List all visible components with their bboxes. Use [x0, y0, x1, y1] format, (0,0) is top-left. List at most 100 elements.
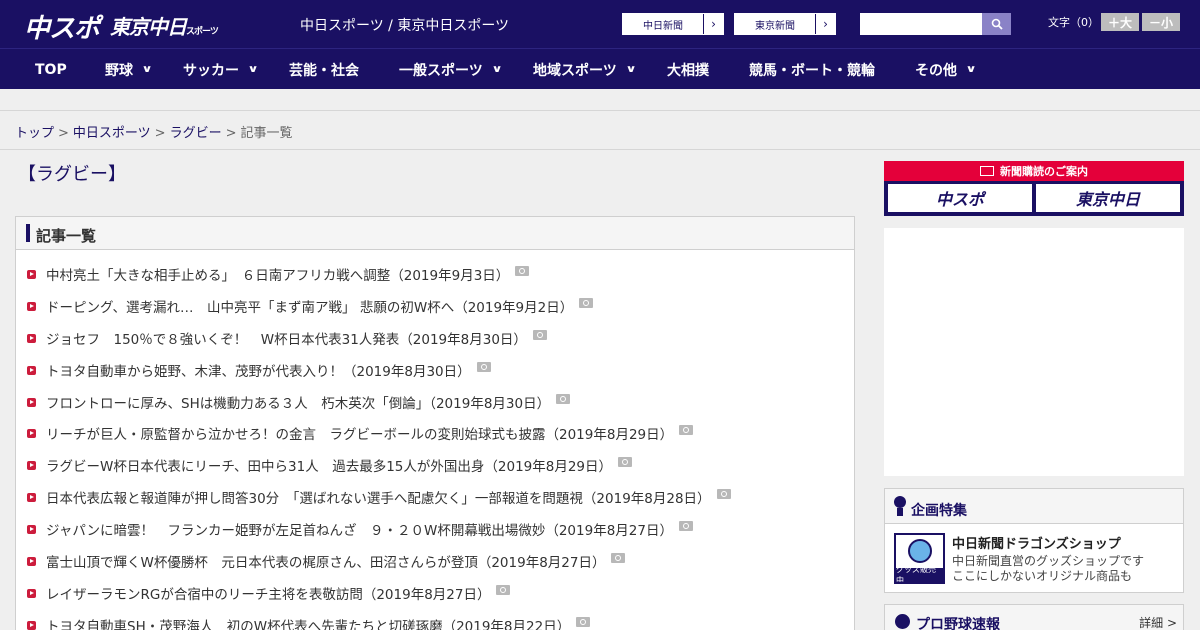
subscribe-tokyo-chunichi[interactable]: 東京中日 [1036, 184, 1180, 212]
article-link[interactable]: リーチが巨人・原監督から泣かせろ！の金言 ラグビーボールの変則始球式も披露（20… [46, 423, 673, 443]
nav-label: TOP [35, 61, 67, 78]
article-link[interactable]: ラグビーW杯日本代表にリーチ、田中ら31人 過去最多15人が外国出身（2019年… [46, 455, 612, 475]
list-item[interactable]: トヨタ自動車SH・茂野海人 初のW杯代表へ先輩たちと切磋琢磨（2019年8月22… [16, 609, 854, 630]
feature-panel: 企画特集 グッズ販売中 中日新聞ドラゴンズショップ 中日新聞直営のグッズショップ… [884, 488, 1184, 593]
nav-label: 地域スポーツ [533, 62, 617, 79]
medal-icon [894, 496, 906, 516]
logo-tokyo-small-text: スポーツ [186, 27, 219, 37]
subscription-title-text: 新聞購読のご案内 [1000, 165, 1088, 178]
advertisement-slot [884, 228, 1184, 476]
list-item[interactable]: ジョセフ 150％で８強いくぞ！ W杯日本代表31人発表（2019年8月30日） [16, 322, 854, 354]
breadcrumb-separator: > [58, 126, 69, 141]
pro-baseball-panel: プロ野球速報 詳細 > [884, 604, 1184, 630]
list-item[interactable]: ラグビーW杯日本代表にリーチ、田中ら31人 過去最多15人が外国出身（2019年… [16, 449, 854, 481]
camera-icon [679, 425, 694, 436]
feature-item-dragons-shop[interactable]: グッズ販売中 中日新聞ドラゴンズショップ 中日新聞直営のグッズショップです ここ… [894, 533, 1177, 585]
breadcrumb-current: 記事一覧 [240, 126, 293, 141]
logo-tokyo-text: 東京中日 [110, 15, 187, 39]
feature-desc-line-1: 中日新聞直営のグッズショップです [952, 554, 1145, 568]
play-bullet-icon [27, 461, 36, 471]
subscription-banner-title: 新聞購読のご案内 [884, 161, 1184, 181]
nav-item-soccer[interactable]: サッカー ∨ [183, 49, 259, 90]
camera-icon [532, 329, 547, 340]
article-link[interactable]: トヨタ自動車SH・茂野海人 初のW杯代表へ先輩たちと切磋琢磨（2019年8月22… [46, 615, 570, 630]
sub-nav-bar [0, 89, 1200, 111]
feature-desc-line-2: ここにしかないオリジナル商品も [952, 569, 1133, 583]
breadcrumb-top[interactable]: トップ [15, 126, 54, 141]
list-item[interactable]: リーチが巨人・原監督から泣かせろ！の金言 ラグビーボールの変則始球式も披露（20… [16, 417, 854, 449]
tokyo-chunichi-sports-logo[interactable]: 東京中日スポーツ [110, 11, 219, 40]
nav-item-regional-sports[interactable]: 地域スポーツ ∨ [533, 49, 636, 90]
tokyo-shimbun-link[interactable]: 東京新聞 › [734, 13, 836, 35]
pro-baseball-header: プロ野球速報 詳細 > [885, 605, 1183, 630]
play-bullet-icon [27, 588, 36, 598]
nav-label: その他 [915, 62, 957, 79]
play-bullet-icon [27, 493, 36, 503]
list-item[interactable]: ドーピング、選考漏れ… 山中亮平「まず南ア戦」 悲願の初W杯へ（2019年9月2… [16, 290, 854, 322]
camera-icon [476, 361, 491, 372]
breadcrumb: トップ > 中日スポーツ > ラグビー > 記事一覧 [0, 111, 1200, 150]
font-bigger-button[interactable]: ＋大 [1101, 13, 1139, 31]
article-link[interactable]: ドーピング、選考漏れ… 山中亮平「まず南ア戦」 悲願の初W杯へ（2019年9月2… [46, 296, 573, 316]
search-input[interactable] [860, 13, 982, 35]
list-item[interactable]: 中村亮土「大きな相手止める」 ６日南アフリカ戦へ調整（2019年9月3日） [16, 258, 854, 290]
article-link[interactable]: 中村亮土「大きな相手止める」 ６日南アフリカ戦へ調整（2019年9月3日） [46, 264, 509, 284]
pro-baseball-details-link[interactable]: 詳細 > [1139, 614, 1177, 630]
chevron-down-icon: ∨ [965, 64, 977, 75]
camera-icon [496, 584, 511, 595]
chunichi-shimbun-link[interactable]: 中日新聞 › [622, 13, 724, 35]
nav-item-other[interactable]: その他 ∨ [915, 49, 977, 90]
camera-icon [576, 616, 591, 627]
nav-label: 競馬・ボート・競輪 [749, 62, 875, 79]
article-link[interactable]: ジャパンに暗雲！ フランカー姫野が左足首ねんざ ９・２０W杯開幕戦出場微妙（20… [46, 519, 673, 539]
article-link[interactable]: フロントローに厚み、SHは機動力ある３人 朽木英次「倒論」（2019年8月30日… [46, 392, 550, 412]
nav-label: サッカー [183, 62, 239, 79]
breadcrumb-rugby[interactable]: ラグビー [170, 126, 222, 141]
nav-item-entertainment[interactable]: 芸能・社会 [289, 49, 359, 90]
chevron-down-icon: ∨ [491, 64, 503, 75]
camera-icon [515, 265, 530, 276]
camera-icon [556, 393, 571, 404]
nav-item-general-sports[interactable]: 一般スポーツ ∨ [399, 49, 503, 90]
nav-label: 大相撲 [667, 62, 709, 79]
list-item[interactable]: ジャパンに暗雲！ フランカー姫野が左足首ねんざ ９・２０W杯開幕戦出場微妙（20… [16, 513, 854, 545]
play-bullet-icon [27, 556, 36, 566]
nav-item-baseball[interactable]: 野球 ∨ [105, 49, 153, 90]
tokyo-shimbun-label: 東京新聞 [755, 20, 795, 32]
list-item[interactable]: レイザーラモンRGが合宿中のリーチ主将を表敬訪問（2019年8月27日） [16, 577, 854, 609]
subscribe-chunichi-sports[interactable]: 中スポ [888, 184, 1032, 212]
nav-item-top[interactable]: TOP [35, 49, 67, 90]
article-link[interactable]: ジョセフ 150％で８強いくぞ！ W杯日本代表31人発表（2019年8月30日） [46, 328, 527, 348]
subscription-banner[interactable]: 新聞購読のご案内 中スポ 東京中日 [884, 161, 1184, 216]
breadcrumb-chunichi-sports[interactable]: 中日スポーツ [73, 126, 151, 141]
chunichi-sports-logo[interactable]: 中スポ [24, 8, 100, 45]
mascot-icon [908, 539, 932, 563]
article-link[interactable]: 日本代表広報と報道陣が押し問答30分 「選ばれない選手へ配慮欠く」一部報道を問題… [46, 487, 711, 507]
thumbnail-label: グッズ販売中 [896, 565, 943, 582]
dragons-shop-thumbnail[interactable]: グッズ販売中 [894, 533, 945, 584]
search-button[interactable] [982, 13, 1011, 35]
feature-title: 企画特集 [911, 503, 967, 519]
article-list-panel: 記事一覧 中村亮土「大きな相手止める」 ６日南アフリカ戦へ調整（2019年9月3… [15, 216, 855, 630]
article-list: 中村亮土「大きな相手止める」 ６日南アフリカ戦へ調整（2019年9月3日） ドー… [16, 250, 854, 630]
list-item[interactable]: トヨタ自動車から姫野、木津、茂野が代表入り！（2019年8月30日） [16, 354, 854, 386]
nav-label: 一般スポーツ [399, 62, 483, 79]
font-size-label: 文字（0） [1048, 16, 1099, 29]
nav-item-sumo[interactable]: 大相撲 [667, 49, 709, 90]
subscription-boxes: 中スポ 東京中日 [888, 184, 1180, 212]
play-bullet-icon [27, 525, 36, 535]
list-item[interactable]: 富士山頂で輝くW杯優勝杯 元日本代表の梶原さん、田沼さんらが登頂（2019年8月… [16, 545, 854, 577]
feature-item-name[interactable]: 中日新聞ドラゴンズショップ [952, 533, 1121, 552]
article-link[interactable]: レイザーラモンRGが合宿中のリーチ主将を表敬訪問（2019年8月27日） [46, 583, 490, 603]
play-bullet-icon [27, 301, 36, 311]
nav-item-racing[interactable]: 競馬・ボート・競輪 [749, 49, 875, 90]
chevron-down-icon: ∨ [247, 64, 259, 75]
play-bullet-icon [27, 269, 36, 279]
list-item[interactable]: 日本代表広報と報道陣が押し問答30分 「選ばれない選手へ配慮欠く」一部報道を問題… [16, 481, 854, 513]
list-item[interactable]: フロントローに厚み、SHは機動力ある３人 朽木英次「倒論」（2019年8月30日… [16, 386, 854, 418]
article-link[interactable]: トヨタ自動車から姫野、木津、茂野が代表入り！（2019年8月30日） [46, 360, 471, 380]
header-accent-bar [26, 224, 30, 242]
article-link[interactable]: 富士山頂で輝くW杯優勝杯 元日本代表の梶原さん、田沼さんらが登頂（2019年8月… [46, 551, 605, 571]
font-smaller-button[interactable]: －小 [1142, 13, 1180, 31]
camera-icon [579, 297, 594, 308]
